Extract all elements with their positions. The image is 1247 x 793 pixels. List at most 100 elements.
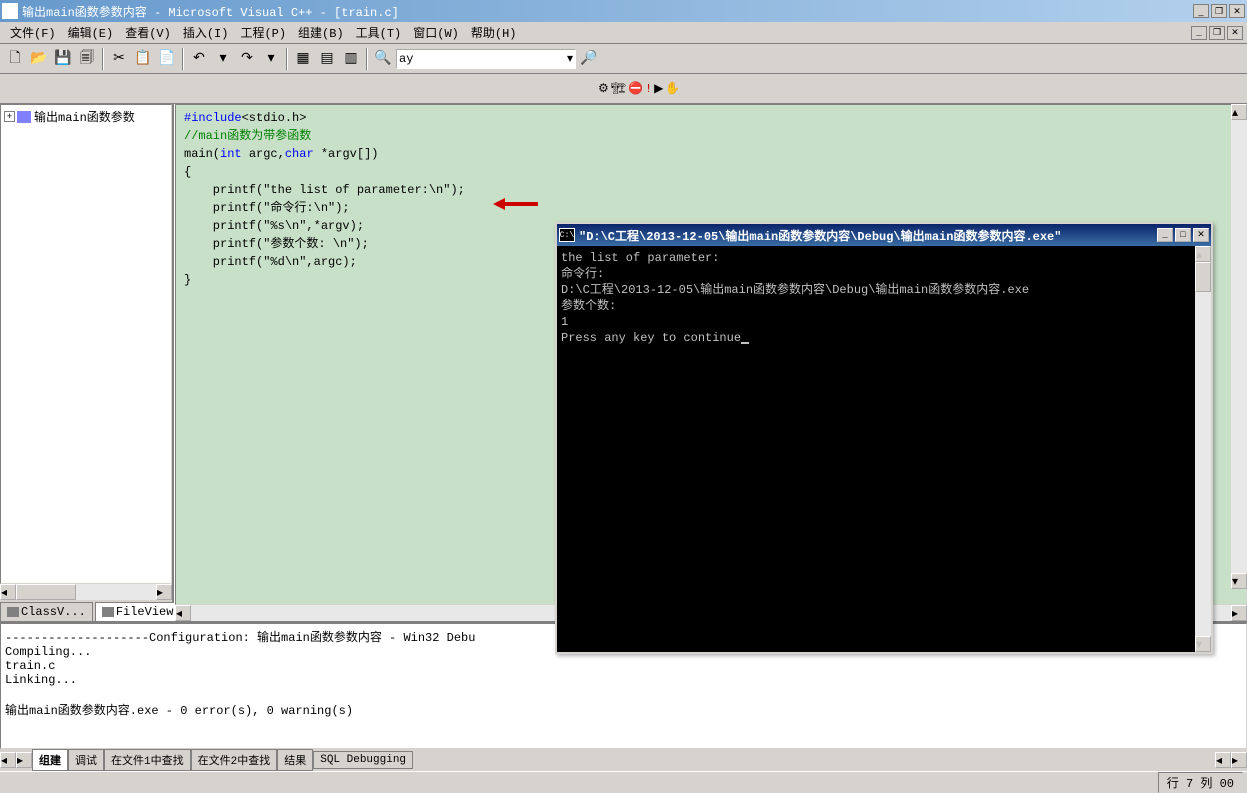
search-icon[interactable]: 🔎 [578,48,600,70]
classview-icon [7,607,19,617]
menu-file[interactable]: 文件(F) [4,22,62,43]
scroll-down-icon[interactable]: ▾ [1195,636,1211,652]
close-button[interactable]: ✕ [1229,4,1245,18]
menu-bar: 文件(F) 编辑(E) 查看(V) 插入(I) 工程(P) 组建(B) 工具(T… [0,22,1247,44]
tree-node[interactable]: + 输出main函数参数 [3,107,169,126]
sidebar-tabs: ClassV... FileView [0,600,172,621]
annotation-arrow-icon [493,196,538,212]
console-buttons: _ □ ✕ [1157,228,1209,242]
tab-results[interactable]: 结果 [277,749,313,771]
main-toolbar: 🗋 📂 💾 🗐 ✂ 📋 📄 ↶ ▾ ↷ ▾ ▦ ▤ ▥ 🔍 ay▾ 🔎 [0,44,1247,74]
cursor-icon [741,342,749,344]
execute-icon[interactable]: ! [645,82,652,96]
stop-build-icon[interactable]: ⛔ [628,81,643,96]
tab-find1[interactable]: 在文件1中查找 [104,749,191,771]
tree-hscroll[interactable]: ◂ ▸ [0,584,172,600]
separator [102,48,104,70]
scroll-up-icon[interactable]: ▴ [1195,246,1211,262]
separator [286,48,288,70]
scroll-right2-icon[interactable]: ▸ [1231,752,1247,768]
tab-debug[interactable]: 调试 [68,749,104,771]
scroll-right-icon[interactable]: ▸ [1231,605,1247,621]
menu-help[interactable]: 帮助(H) [465,22,523,43]
undo-dropdown-icon[interactable]: ▾ [212,48,234,70]
console-window[interactable]: C:\ "D:\C工程\2013-12-05\输出main函数参数内容\Debu… [555,222,1213,654]
go-icon[interactable]: ▶ [654,81,663,96]
separator [182,48,184,70]
restore-button[interactable]: ❐ [1211,4,1227,18]
console-icon: C:\ [559,228,575,242]
breakpoint-icon[interactable]: ✋ [665,81,680,96]
menu-build[interactable]: 组建(B) [292,22,350,43]
scroll-track[interactable] [16,584,156,600]
console-maximize-button[interactable]: □ [1175,228,1191,242]
menu-view[interactable]: 查看(V) [119,22,177,43]
menu-tools[interactable]: 工具(T) [350,22,408,43]
console-titlebar[interactable]: C:\ "D:\C工程\2013-12-05\输出main函数参数内容\Debu… [557,224,1211,246]
console-minimize-button[interactable]: _ [1157,228,1173,242]
fileview-icon [102,607,114,617]
console-vscroll[interactable]: ▴ ▾ [1195,246,1211,652]
copy-icon[interactable]: 📋 [132,48,154,70]
tab-classview[interactable]: ClassV... [0,602,93,621]
menu-project[interactable]: 工程(P) [234,22,292,43]
build-icon[interactable]: 🏗 [611,81,626,96]
tile-icon[interactable]: ▥ [340,48,362,70]
console-body[interactable]: the list of parameter: 命令行: D:\C工程\2013-… [557,246,1211,652]
workspace-tree[interactable]: + 输出main函数参数 [0,104,172,584]
expand-icon[interactable]: + [4,111,15,122]
find-icon[interactable]: 🔍 [372,48,394,70]
console-title: "D:\C工程\2013-12-05\输出main函数参数内容\Debug\输出… [579,227,1157,244]
scroll-track[interactable] [1231,120,1247,573]
undo-icon[interactable]: ↶ [188,48,210,70]
scroll-left-icon[interactable]: ◂ [175,605,191,621]
scroll-right-icon[interactable]: ▸ [156,584,172,600]
scroll-left-icon[interactable]: ◂ [0,584,16,600]
menu-insert[interactable]: 插入(I) [177,22,235,43]
workspace-sidebar: + 输出main函数参数 ◂ ▸ ClassV... FileView [0,104,174,621]
menu-edit[interactable]: 编辑(E) [62,22,120,43]
window-titlebar: 输出main函数参数内容 - Microsoft Visual C++ - [t… [0,0,1247,22]
build-toolbar: ⚙ 🏗 ⛔ ! ▶ ✋ [0,74,1247,104]
scroll-thumb[interactable] [1195,262,1211,292]
compile-icon[interactable]: ⚙ [598,81,609,96]
scroll-left2-icon[interactable]: ◂ [1215,752,1231,768]
doc-minimize-button[interactable]: _ [1191,26,1207,40]
cursor-position: 行 7 列 00 [1158,772,1243,793]
workspace-icon[interactable]: ▦ [292,48,314,70]
tab-sql[interactable]: SQL Debugging [313,751,413,769]
doc-close-button[interactable]: ✕ [1227,26,1243,40]
save-icon[interactable]: 💾 [52,48,74,70]
node-label: 输出main函数参数 [34,108,135,125]
window-title: 输出main函数参数内容 - Microsoft Visual C++ - [t… [22,3,1193,20]
status-bar: 行 7 列 00 [0,771,1247,793]
scroll-thumb[interactable] [16,584,76,600]
scroll-down-icon[interactable]: ▾ [1231,573,1247,589]
minimize-button[interactable]: _ [1193,4,1209,18]
paste-icon[interactable]: 📄 [156,48,178,70]
scroll-up-icon[interactable]: ▴ [1231,104,1247,120]
redo-icon[interactable]: ↷ [236,48,258,70]
scroll-left-icon[interactable]: ◂ [0,752,16,768]
cut-icon[interactable]: ✂ [108,48,130,70]
redo-dropdown-icon[interactable]: ▾ [260,48,282,70]
tab-build[interactable]: 组建 [32,749,68,771]
editor-vscroll[interactable]: ▴ ▾ [1231,104,1247,589]
tab-fileview[interactable]: FileView [95,602,181,621]
document-buttons: _ ❐ ✕ [1191,26,1243,40]
separator [366,48,368,70]
app-icon [2,3,18,19]
window-buttons: _ ❐ ✕ [1193,4,1245,18]
new-file-icon[interactable]: 🗋 [4,48,26,70]
folder-icon [17,111,31,123]
doc-restore-button[interactable]: ❐ [1209,26,1225,40]
open-file-icon[interactable]: 📂 [28,48,50,70]
menu-window[interactable]: 窗口(W) [407,22,465,43]
find-combo[interactable]: ay▾ [396,49,576,69]
tab-find2[interactable]: 在文件2中查找 [191,749,278,771]
window-list-icon[interactable]: ▤ [316,48,338,70]
console-close-button[interactable]: ✕ [1193,228,1209,242]
save-all-icon[interactable]: 🗐 [76,48,98,70]
scroll-track[interactable] [1195,262,1211,636]
scroll-right-icon[interactable]: ▸ [16,752,32,768]
